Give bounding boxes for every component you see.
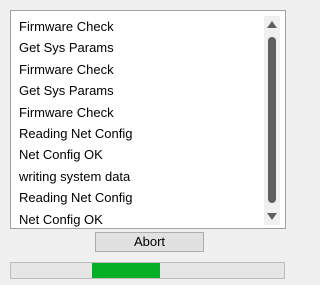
abort-button[interactable]: Abort — [95, 232, 204, 252]
log-line[interactable]: writing system data — [19, 166, 132, 187]
log-listbox[interactable]: Firmware Check Get Sys Params Firmware Che… — [10, 10, 286, 229]
vertical-scrollbar[interactable] — [264, 16, 280, 225]
log-line[interactable]: Reading Net Config — [19, 187, 132, 208]
log-line[interactable]: Net Config OK — [19, 144, 132, 165]
scroll-up-arrow-icon[interactable] — [267, 21, 277, 28]
log-list: Firmware Check Get Sys Params Firmware Che… — [19, 16, 132, 230]
log-line[interactable]: Net Config OK — [19, 209, 132, 230]
log-line[interactable]: Get Sys Params — [19, 37, 132, 58]
log-line[interactable]: Firmware Check — [19, 102, 132, 123]
scroll-down-arrow-icon[interactable] — [267, 213, 277, 220]
log-line[interactable]: Get Sys Params — [19, 80, 132, 101]
log-line[interactable]: Reading Net Config — [19, 123, 132, 144]
scroll-thumb[interactable] — [268, 37, 276, 203]
log-line[interactable]: Firmware Check — [19, 16, 132, 37]
log-line[interactable]: Firmware Check — [19, 59, 132, 80]
progress-bar — [10, 262, 285, 279]
progress-bar-marquee-segment — [91, 263, 160, 278]
